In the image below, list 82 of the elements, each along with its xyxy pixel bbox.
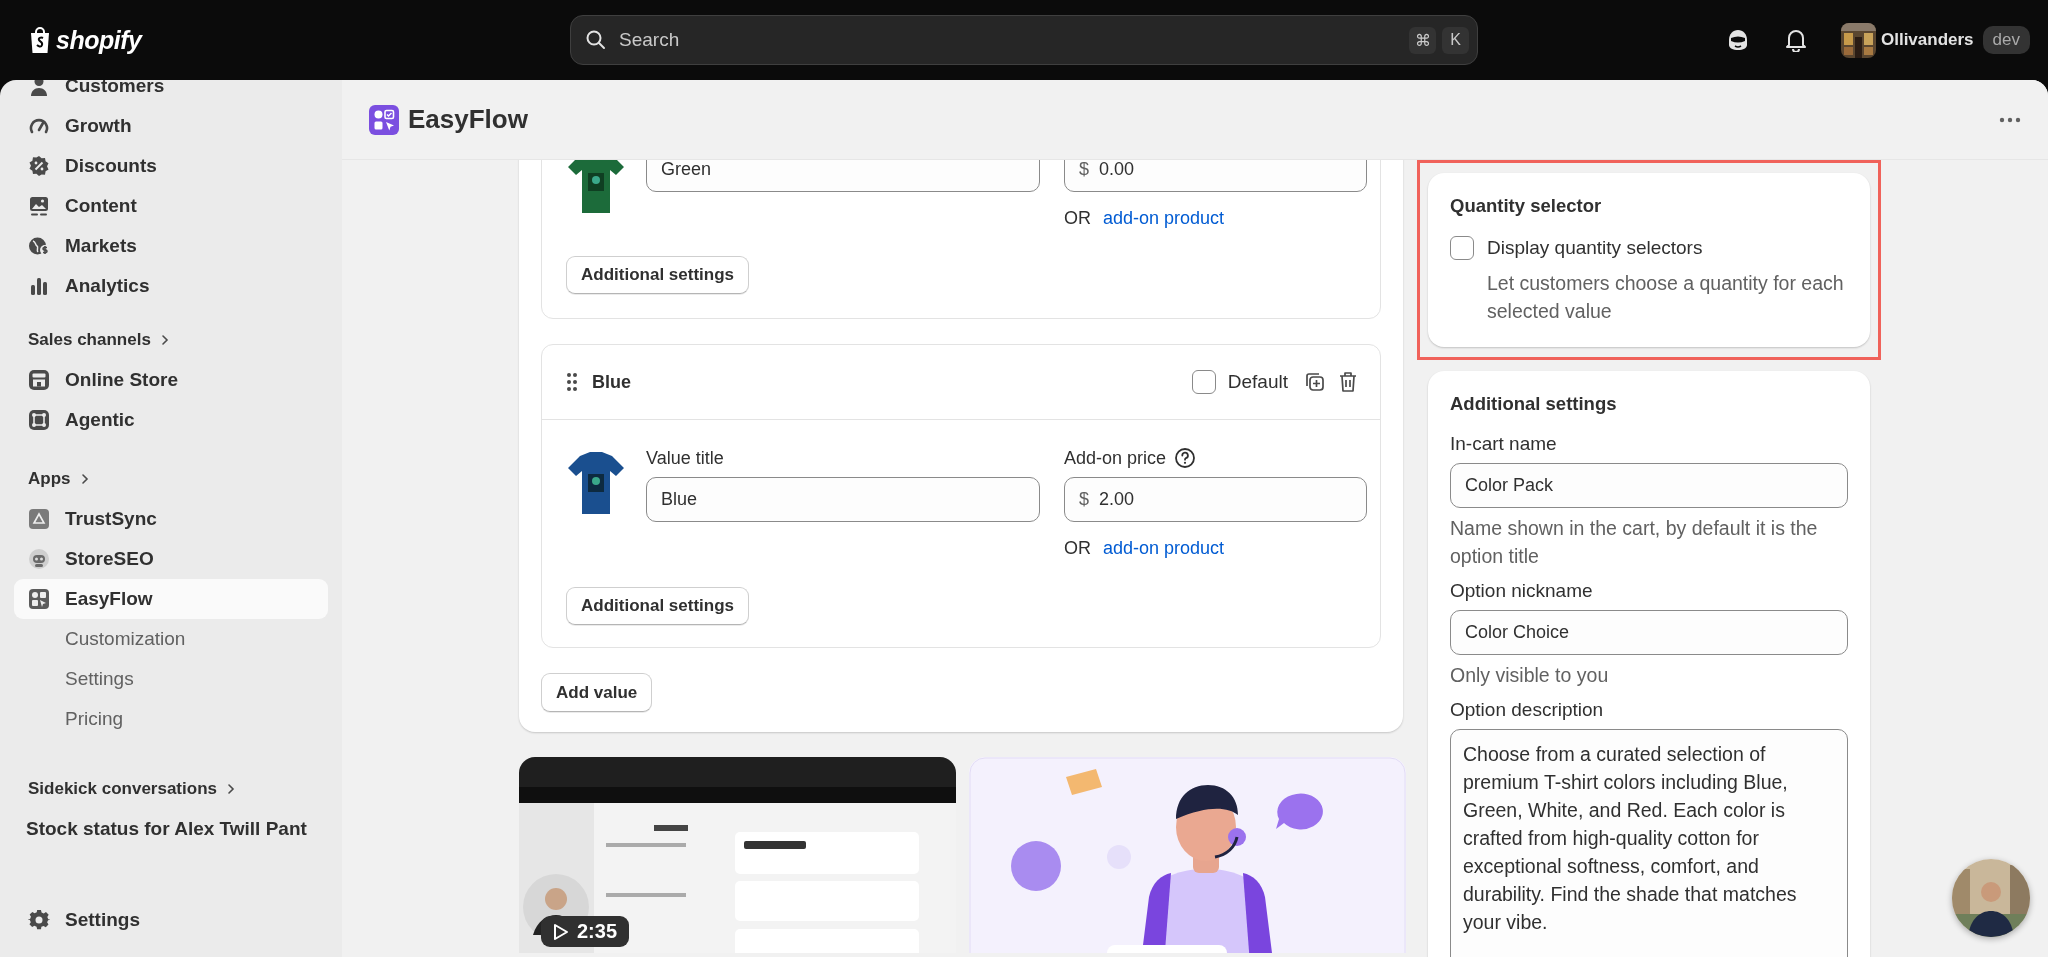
currency-symbol: $: [1079, 160, 1089, 180]
sidebar-item[interactable]: Discounts: [14, 146, 328, 186]
shopping-bag-icon: [28, 26, 52, 54]
duplicate-icon[interactable]: [1304, 371, 1326, 393]
section-heading[interactable]: Sidekick conversations: [14, 769, 328, 809]
currency-symbol: $: [1079, 489, 1089, 510]
person-icon: [28, 80, 50, 97]
store-icon: [28, 369, 50, 391]
shortcut-key: ⌘: [1409, 26, 1436, 54]
bar-chart-icon: [28, 275, 50, 297]
play-icon[interactable]: [553, 922, 569, 941]
add-on-product-link[interactable]: add-on product: [1103, 537, 1225, 559]
checkbox-label: Display quantity selectors: [1487, 237, 1703, 259]
help-text: Let customers choose a quantity for each selected value: [1486, 271, 1845, 324]
field-label: Add-on price: [1064, 448, 1167, 468]
sidebar-subitem[interactable]: Customization: [14, 619, 328, 659]
conversation-link[interactable]: Stock status for Alex Twill Pant: [14, 809, 328, 849]
sidebar-item[interactable]: Content: [14, 186, 328, 226]
text-field[interactable]: Color Choice: [1450, 610, 1848, 655]
sidebar-subitem[interactable]: Settings: [14, 659, 328, 699]
discount-icon: [28, 155, 50, 177]
app-icon: [28, 508, 50, 530]
price-field[interactable]: $ 2.00: [1064, 477, 1367, 522]
price-input[interactable]: 2.00: [1097, 488, 1352, 511]
video-duration: 2:35: [577, 920, 618, 943]
sidebar-item[interactable]: Agentic: [14, 400, 328, 440]
robot-icon: [28, 548, 50, 570]
sidebar-subitem[interactable]: Pricing: [14, 699, 328, 739]
additional-settings-button[interactable]: Additional settings: [566, 587, 749, 625]
chevron-icon: [225, 783, 237, 795]
store-badge: dev: [1982, 26, 2030, 54]
section-heading[interactable]: Apps: [14, 459, 328, 499]
field-label: In-cart name: [1450, 433, 1558, 455]
sidebar-item[interactable]: EasyFlow: [14, 579, 328, 619]
app-logo-icon: [369, 104, 399, 135]
bell-icon[interactable]: [1784, 28, 1807, 52]
app-icon: [28, 588, 50, 610]
description-field[interactable]: Choose from a curated selection of premium T-shirt colors including Blue, Green, White, and Red. Each color is crafted from high-quality cotton for exceptional softness, comfort, and durability. Find the shade that matches your vibe.: [1450, 729, 1848, 957]
sidebar-item[interactable]: TrustSync: [14, 499, 328, 539]
drag-handle-icon[interactable]: [566, 372, 578, 392]
add-on-product-link[interactable]: add-on product: [1103, 207, 1225, 229]
search-field[interactable]: Search ⌘ K: [570, 15, 1478, 65]
sidebar-item[interactable]: Settings: [14, 900, 328, 940]
additional-settings-button[interactable]: Additional settings: [566, 256, 749, 294]
help-text: Only visible to you: [1450, 663, 1610, 688]
sidebar-item[interactable]: Online Store: [14, 360, 328, 400]
help-text: Name shown in the cart, by default it is the option title: [1450, 516, 1819, 569]
value-title-field[interactable]: Blue: [646, 477, 1040, 522]
trash-icon[interactable]: [1338, 371, 1358, 393]
value-title-field[interactable]: Green: [646, 160, 1040, 192]
brand-logo-text: shopify: [56, 25, 142, 55]
network-icon: [28, 409, 50, 431]
or-text: OR: [1064, 207, 1091, 229]
image-icon: [28, 195, 50, 217]
price-input[interactable]: 0.00: [1097, 160, 1352, 181]
search-icon: [585, 29, 607, 51]
settings-icon: [28, 909, 50, 931]
search-input[interactable]: Search: [617, 28, 1399, 52]
price-field[interactable]: $ 0.00: [1064, 160, 1367, 192]
help-icon[interactable]: [1174, 447, 1197, 469]
checkbox[interactable]: [1191, 370, 1216, 394]
card-title: Quantity selector: [1450, 195, 1603, 217]
field-label: Option nickname: [1450, 580, 1594, 602]
field-label: Value title: [646, 448, 725, 468]
page-title: EasyFlow: [408, 104, 528, 135]
sidebar-item[interactable]: Analytics: [14, 266, 328, 306]
card-title: Additional settings: [1450, 393, 1618, 415]
sidebar-item[interactable]: StoreSEO: [14, 539, 328, 579]
text-field[interactable]: Color Pack: [1450, 463, 1848, 508]
value-name: Blue: [592, 371, 631, 393]
or-text: OR: [1064, 537, 1091, 559]
field-label: Option description: [1450, 699, 1605, 721]
checkbox[interactable]: [1450, 236, 1474, 260]
globe-icon: [28, 235, 50, 257]
store-name[interactable]: Ollivanders: [1880, 30, 1974, 50]
shortcut-key: K: [1442, 26, 1469, 54]
section-heading[interactable]: Sales channels: [14, 320, 328, 360]
more-icon[interactable]: [1999, 116, 2021, 123]
sidebar-item[interactable]: Growth: [14, 106, 328, 146]
sidebar-item[interactable]: Markets: [14, 226, 328, 266]
add-value-button[interactable]: Add value: [541, 673, 653, 712]
checkbox-label: Default: [1227, 371, 1288, 393]
